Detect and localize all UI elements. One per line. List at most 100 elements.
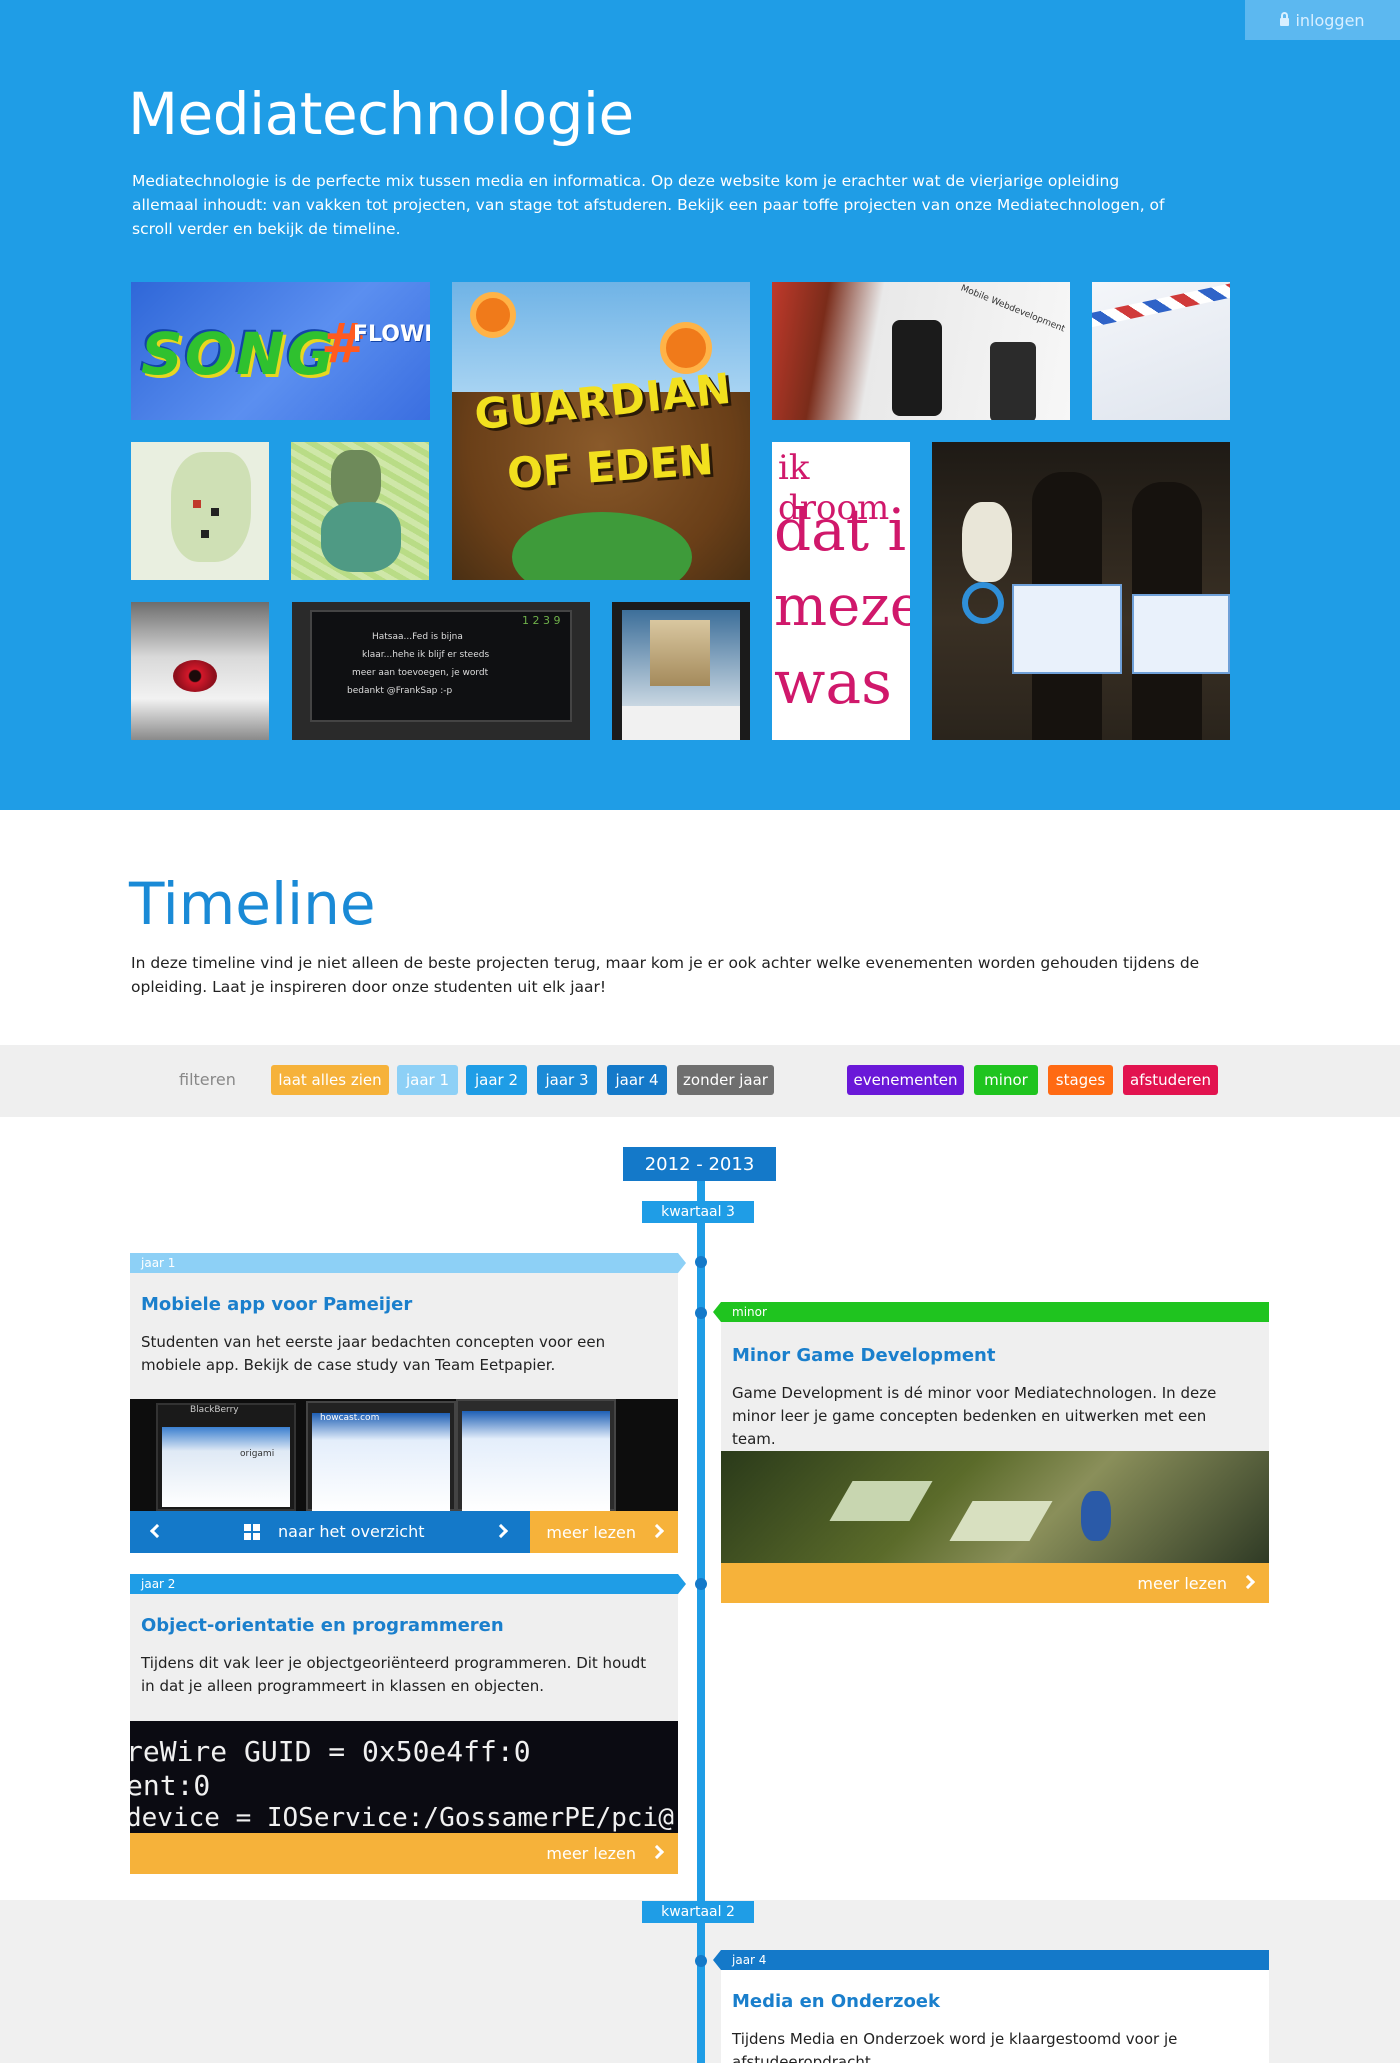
timeline-dot xyxy=(695,1256,707,1268)
guardian-title-line2: OF EDEN xyxy=(505,434,715,499)
code-line: device = IOService:/GossamerPE/pci@ xyxy=(130,1803,674,1833)
droom-line-2: dat i xyxy=(774,496,907,564)
phone-image xyxy=(892,320,942,416)
chevron-right-icon xyxy=(493,1523,509,1539)
card-tag: jaar 4 xyxy=(721,1950,1269,1970)
filter-zonder-jaar-button[interactable]: zonder jaar xyxy=(677,1065,774,1095)
filter-bar: filteren laat alles zien jaar 1 jaar 2 j… xyxy=(0,1045,1400,1117)
filter-afstuderen-button[interactable]: afstuderen xyxy=(1123,1065,1218,1095)
droom-line-3: meze xyxy=(774,574,910,639)
card-tag-arrow xyxy=(678,1574,686,1594)
card-title[interactable]: Media en Onderzoek xyxy=(732,1991,940,2012)
timeline-card-oop: jaar 2 Object-orientatie en programmeren… xyxy=(130,1574,686,1874)
site-title: Mediatechnologie xyxy=(128,80,634,148)
project-tile-map[interactable] xyxy=(131,442,269,580)
tablet-line-3: meer aan toevoegen, je wordt xyxy=(352,668,489,678)
read-more-label: meer lezen xyxy=(546,1522,636,1542)
filter-minor-button[interactable]: minor xyxy=(974,1065,1038,1095)
map-marker xyxy=(201,530,209,538)
card-tag-arrow xyxy=(713,1950,721,1970)
lock-icon xyxy=(1280,11,1290,26)
award-cheque xyxy=(1012,584,1122,674)
map-marker xyxy=(211,508,219,516)
filter-jaar2-button[interactable]: jaar 2 xyxy=(466,1065,527,1095)
project-tile-droom[interactable]: ik droom dat i meze was xyxy=(772,442,910,740)
code-line: reWire GUID = 0x50e4ff:0 xyxy=(130,1735,531,1768)
project-tile-guardian-of-eden[interactable]: GUARDIAN OF EDEN xyxy=(452,282,750,580)
read-more-label: meer lezen xyxy=(546,1844,636,1863)
quarter-2-label: kwartaal 2 xyxy=(642,1901,754,1923)
prev-button[interactable] xyxy=(130,1511,180,1553)
website-photo xyxy=(650,620,710,686)
project-tile-songflower[interactable]: SONG # FLOWER xyxy=(131,282,430,420)
project-tile-tablet[interactable]: 1 2 3 9 Hatsaa...Fed is bijna klaar...he… xyxy=(292,602,590,740)
read-more-button[interactable]: meer lezen xyxy=(130,1833,678,1874)
award-logo xyxy=(962,582,1004,624)
phone-screen xyxy=(312,1413,450,1511)
chevron-right-icon xyxy=(649,1523,665,1539)
filter-label: filteren xyxy=(179,1070,236,1089)
phone-brand: BlackBerry xyxy=(190,1405,239,1415)
game-tile xyxy=(829,1481,933,1521)
flowers xyxy=(962,502,1012,582)
card-title[interactable]: Mobiele app voor Pameijer xyxy=(141,1294,412,1315)
timeline-card-minor-game: minor Minor Game Development Game Develo… xyxy=(713,1302,1269,1603)
phone-image xyxy=(990,342,1036,420)
card-text: Studenten van het eerste jaar bedachten … xyxy=(141,1333,606,1374)
envelope-stripe xyxy=(1092,282,1230,331)
filter-jaar3-button[interactable]: jaar 3 xyxy=(537,1065,597,1095)
card-title[interactable]: Object-orientatie en programmeren xyxy=(141,1615,504,1636)
overview-link[interactable]: naar het overzicht xyxy=(278,1522,425,1541)
songflower-logo-text: SONG xyxy=(141,320,337,388)
phone-screen xyxy=(162,1427,290,1507)
card-tag: jaar 1 xyxy=(130,1253,678,1273)
card-text: Tijdens dit vak leer je objectgeoriëntee… xyxy=(141,1654,647,1695)
card-tag: jaar 2 xyxy=(130,1574,678,1594)
website-bottom xyxy=(622,706,740,740)
project-tile-drawing[interactable] xyxy=(291,442,429,580)
guardian-leaf xyxy=(512,512,692,580)
read-more-button[interactable]: meer lezen xyxy=(721,1563,1269,1603)
card-tag: minor xyxy=(721,1302,1269,1322)
chevron-left-icon xyxy=(149,1523,165,1539)
award-cheque xyxy=(1132,594,1230,674)
tablet-line-1: Hatsaa...Fed is bijna xyxy=(372,632,463,642)
read-more-button[interactable]: meer lezen xyxy=(530,1511,678,1553)
drawing-figure xyxy=(331,450,381,510)
songflower-word: FLOWER xyxy=(353,322,430,347)
login-button[interactable]: inloggen xyxy=(1245,0,1400,40)
code-line: ent:0 xyxy=(130,1769,211,1802)
grid-icon xyxy=(244,1524,260,1540)
project-tile-award[interactable] xyxy=(932,442,1230,740)
card-text: Tijdens Media en Onderzoek word je klaar… xyxy=(732,2030,1178,2063)
mobile-webdev-label: Mobile Webdevelopment xyxy=(959,283,1067,335)
tablet-line-2: klaar...hehe ik blijf er steeds xyxy=(362,650,490,660)
filter-jaar4-button[interactable]: jaar 4 xyxy=(607,1065,667,1095)
card-image-phones: BlackBerry origami howcast.com xyxy=(130,1399,678,1511)
timeline-card-media-onderzoek: jaar 4 Media en Onderzoek Tijdens Media … xyxy=(713,1950,1269,2063)
hero-section: inloggen Mediatechnologie Mediatechnolog… xyxy=(0,0,1400,810)
filter-stages-button[interactable]: stages xyxy=(1048,1065,1113,1095)
project-tile-mobile-webdev[interactable]: Mobile Webdevelopment xyxy=(772,282,1070,420)
timeline-card-pameijer: jaar 1 Mobiele app voor Pameijer Student… xyxy=(130,1253,686,1553)
eye-iris xyxy=(173,660,217,692)
phone-screen xyxy=(462,1411,610,1511)
game-tile xyxy=(949,1501,1053,1541)
filter-all-button[interactable]: laat alles zien xyxy=(271,1065,389,1095)
timeline-intro: In deze timeline vind je niet alleen de … xyxy=(131,954,1200,996)
card-title[interactable]: Minor Game Development xyxy=(732,1345,995,1366)
game-character xyxy=(1081,1491,1111,1541)
project-tile-envelope[interactable] xyxy=(1092,282,1230,420)
filter-jaar1-button[interactable]: jaar 1 xyxy=(397,1065,458,1095)
next-button[interactable] xyxy=(480,1511,530,1553)
tablet-line-4: bedankt @FrankSap :-p xyxy=(347,686,453,696)
card-image-code: reWire GUID = 0x50e4ff:0 ent:0 device = … xyxy=(130,1721,678,1833)
phone-site: howcast.com xyxy=(320,1413,380,1423)
chevron-right-icon xyxy=(1240,1574,1256,1590)
site-intro: Mediatechnologie is de perfecte mix tuss… xyxy=(132,172,1165,238)
map-land xyxy=(171,452,251,562)
project-tile-eye[interactable] xyxy=(131,602,269,740)
card-image-game xyxy=(721,1451,1269,1563)
filter-evenementen-button[interactable]: evenementen xyxy=(847,1065,964,1095)
project-tile-website[interactable] xyxy=(612,602,750,740)
